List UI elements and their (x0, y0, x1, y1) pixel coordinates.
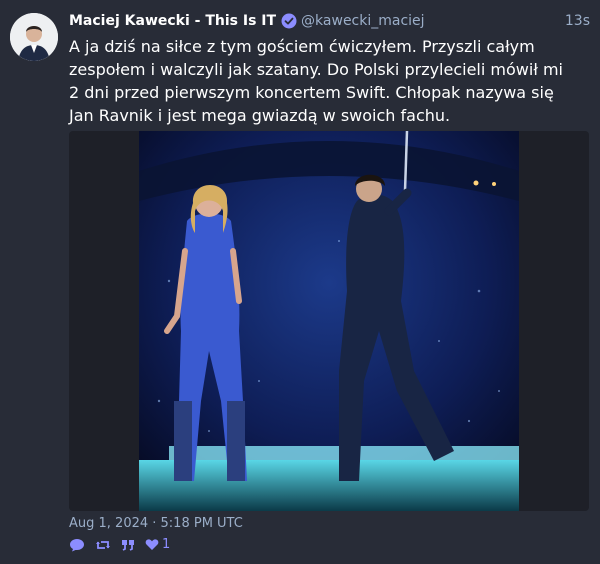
heart-icon (145, 538, 159, 551)
verified-badge-icon (281, 13, 297, 29)
retweet-icon (95, 538, 111, 552)
media-attachment[interactable] (69, 131, 589, 511)
post-header: Maciej Kawecki - This Is IT @kawecki_mac… (69, 10, 590, 32)
relative-time[interactable]: 13s (565, 13, 590, 29)
favourite-count: 1 (162, 537, 171, 552)
boost-button[interactable] (95, 538, 111, 552)
account-handle[interactable]: @kawecki_maciej (301, 13, 425, 29)
action-bar: 1 (69, 537, 170, 552)
quote-button[interactable] (121, 538, 135, 552)
speech-bubble-icon (69, 538, 85, 552)
post-content: A ja dziś na siłce z tym gościem ćwiczył… (69, 37, 563, 125)
reply-button[interactable] (69, 538, 85, 552)
favourite-button[interactable]: 1 (145, 537, 170, 552)
avatar[interactable] (10, 13, 58, 61)
status-post: Maciej Kawecki - This Is IT @kawecki_mac… (0, 0, 600, 564)
quote-icon (121, 538, 135, 552)
display-name[interactable]: Maciej Kawecki - This Is IT (69, 13, 276, 29)
concert-photo (139, 131, 519, 511)
post-timestamp[interactable]: Aug 1, 2024 · 5:18 PM UTC (69, 516, 243, 531)
